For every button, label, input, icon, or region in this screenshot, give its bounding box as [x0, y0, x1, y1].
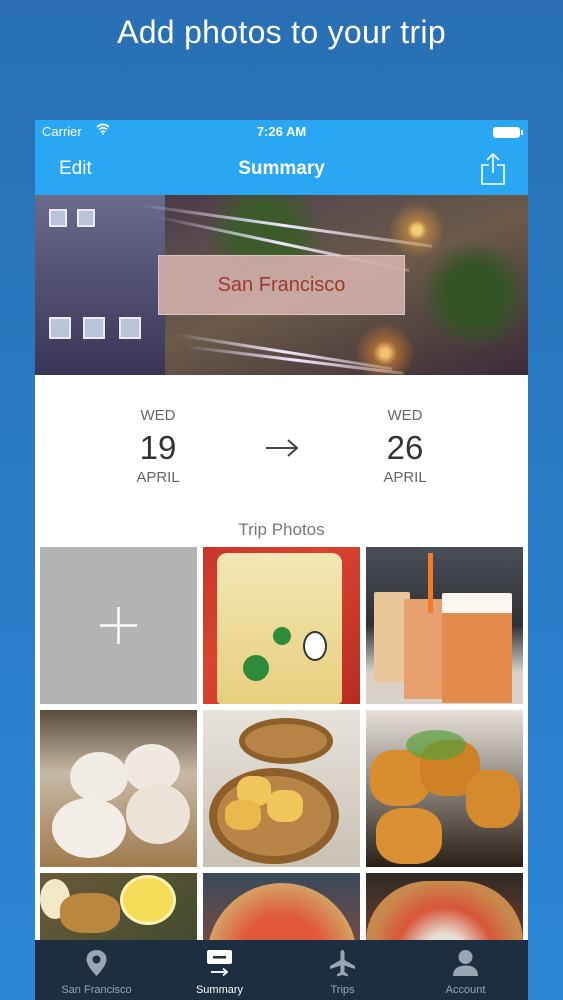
- battery-icon: [493, 127, 523, 138]
- navigation-bar: Edit Summary: [35, 144, 528, 195]
- start-weekday: WED: [140, 407, 176, 424]
- status-time: 7:26 AM: [256, 124, 307, 139]
- marketing-headline: Add photos to your trip: [117, 14, 446, 50]
- start-month: APRIL: [136, 469, 180, 486]
- end-day: 26: [386, 429, 424, 466]
- photo-dumplings[interactable]: [40, 710, 197, 867]
- tab-san-francisco[interactable]: San Francisco: [35, 940, 158, 1000]
- tab-label: Account: [445, 984, 486, 996]
- summary-icon: [207, 950, 232, 977]
- airplane-icon: [330, 950, 355, 977]
- tab-trips[interactable]: Trips: [281, 940, 404, 1000]
- status-bar: Carrier 7:26 AM: [35, 120, 528, 144]
- phone-screen: Carrier 7:26 AM Edit Summary San Francis…: [35, 120, 528, 1000]
- page-title: Summary: [238, 158, 325, 179]
- photo-bubble-tea-cup[interactable]: [203, 547, 360, 704]
- share-icon[interactable]: [480, 152, 506, 186]
- trip-photos-heading: Trip Photos: [238, 520, 325, 539]
- map-pin-icon: [86, 950, 107, 976]
- tab-bar: San Francisco Summary Trips Account: [35, 940, 528, 1000]
- photo-fried-tofu[interactable]: [366, 710, 523, 867]
- tab-account[interactable]: Account: [404, 940, 527, 1000]
- photo-dim-sum-baskets[interactable]: [203, 710, 360, 867]
- end-weekday: WED: [387, 407, 423, 424]
- tab-summary[interactable]: Summary: [158, 940, 281, 1000]
- tab-label: Trips: [330, 984, 355, 996]
- trip-dates: WED 19 APRIL WED 26 APRIL: [35, 375, 528, 515]
- person-icon: [453, 950, 478, 976]
- arrow-right-icon: [266, 439, 299, 457]
- tab-label: San Francisco: [61, 984, 132, 996]
- plus-icon: [100, 607, 137, 644]
- hero-building: [35, 195, 165, 375]
- start-day: 19: [139, 429, 177, 466]
- destination-label: San Francisco: [158, 255, 405, 315]
- add-photo-button[interactable]: [40, 547, 197, 704]
- end-month: APRIL: [383, 469, 427, 486]
- destination-hero-image[interactable]: San Francisco: [35, 195, 528, 375]
- tab-label: Summary: [195, 984, 244, 996]
- photo-bubble-tea-drinks[interactable]: [366, 547, 523, 704]
